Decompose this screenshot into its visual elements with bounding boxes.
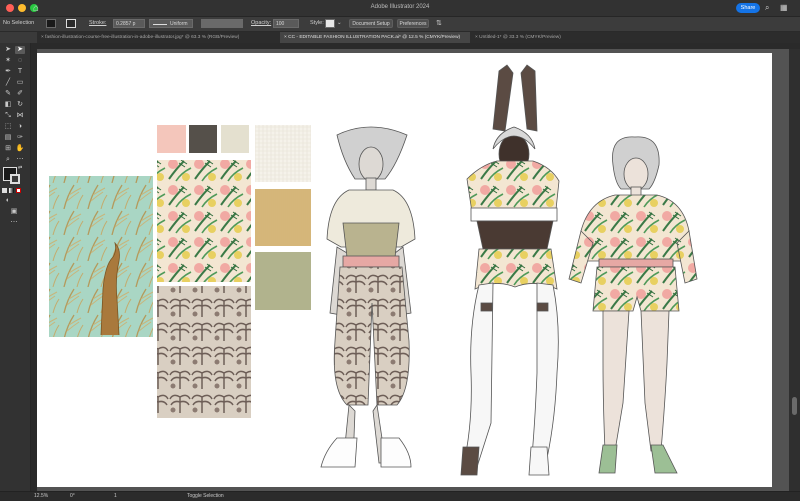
preferences-button[interactable]: Preferences — [397, 19, 429, 28]
stroke-label[interactable]: Stroke: — [89, 19, 106, 28]
stroke-weight-field[interactable]: 0.2857 p — [113, 19, 145, 28]
brush-definition-dropdown[interactable] — [201, 19, 243, 28]
rotate-tool-icon[interactable]: ↻ — [15, 101, 25, 109]
graphic-style-swatch[interactable] — [325, 19, 335, 28]
selection-tool-icon[interactable]: ➤ — [3, 46, 13, 54]
title-bar: ⌂ Adobe Illustrator 2024 Share ⌕ ▦ — [0, 0, 800, 17]
swap-colors-icon[interactable]: ⇄ — [18, 165, 22, 171]
chevron-down-icon[interactable]: ⌄ — [337, 19, 342, 28]
tab-label: fashion-illustration-course-free-illustr… — [45, 35, 240, 40]
tab-fashion-illustration-jpg[interactable]: × fashion-illustration-course-free-illus… — [37, 32, 279, 43]
rotation-field[interactable]: 0° — [70, 493, 75, 500]
scrollbar-thumb[interactable] — [792, 397, 797, 415]
color-chip-charcoal — [189, 125, 217, 153]
artboard-tool-icon[interactable]: ⊞ — [3, 145, 13, 153]
zoom-field[interactable]: 12.5% — [34, 493, 48, 500]
tropical-print-swatch — [157, 160, 251, 282]
status-mode[interactable]: Toggle Selection — [187, 493, 224, 500]
opacity-label[interactable]: Opacity: — [251, 19, 271, 28]
share-button[interactable]: Share — [736, 3, 760, 13]
free-transform-icon[interactable]: ⬚ — [3, 123, 13, 131]
paintbrush-icon[interactable]: ✎ — [3, 90, 13, 98]
magic-wand-icon[interactable]: ✶ — [3, 57, 13, 65]
artwork — [49, 64, 698, 476]
direct-selection-tool-icon[interactable]: ➤ — [15, 46, 25, 54]
shaper-tool-icon[interactable]: ✐ — [15, 90, 25, 98]
more-tools-icon[interactable]: ⋯ — [15, 156, 25, 164]
fashion-figure-1 — [320, 126, 416, 468]
tab-close-icon[interactable]: × — [475, 35, 478, 40]
stroke-line-preview — [153, 24, 167, 25]
document-canvas[interactable] — [37, 49, 789, 491]
fill-swatch[interactable] — [46, 19, 56, 28]
vertical-scrollbar[interactable] — [789, 49, 800, 491]
pen-tool-icon[interactable]: ✒ — [3, 68, 13, 76]
style-label: Style: — [310, 20, 324, 26]
tab-editable-fashion-pack[interactable]: × CC - EDITABLE FASHION ILLUSTRATION PAC… — [280, 32, 470, 43]
stroke-weight-value: 0.2857 p — [116, 21, 136, 27]
color-chip-cream — [221, 125, 249, 153]
linen-texture-swatch — [255, 125, 311, 182]
line-tool-icon[interactable]: ╱ — [3, 79, 13, 87]
variable-width-dropdown[interactable]: Uniform — [149, 19, 193, 28]
screen-mode-icon[interactable]: ▣ — [9, 208, 19, 216]
document-tabs: × fashion-illustration-course-free-illus… — [37, 32, 800, 43]
burlap-texture-swatch — [255, 189, 311, 246]
stroke-swatch[interactable] — [66, 19, 76, 28]
color-chip-blush — [157, 125, 186, 153]
gradient-tool-icon[interactable]: ▤ — [3, 134, 13, 142]
tab-close-icon[interactable]: × — [41, 35, 44, 40]
fashion-figure-3 — [568, 136, 698, 474]
eyedropper-icon[interactable]: ✑ — [15, 134, 25, 142]
artboard[interactable] — [37, 53, 772, 487]
tab-label: CC - EDITABLE FASHION ILLUSTRATION PACK.… — [288, 35, 461, 40]
scale-tool-icon[interactable]: ⤡ — [3, 112, 13, 120]
none-mode-icon[interactable] — [16, 188, 21, 193]
minimize-window-button[interactable] — [18, 4, 26, 12]
fashion-figure-2 — [460, 64, 560, 476]
arrange-documents-icon[interactable]: ⇅ — [436, 19, 442, 28]
tab-untitled-1[interactable]: × Untitled-1* @ 33.3 % (CMYK/Preview) — [471, 32, 601, 43]
control-bar: No Selection Stroke: 0.2857 p Uniform Op… — [0, 17, 800, 32]
tab-label: Untitled-1* @ 33.3 % (CMYK/Preview) — [479, 35, 561, 40]
hand-tool-icon[interactable]: ✋ — [15, 145, 25, 153]
rectangle-tool-icon[interactable]: ▭ — [15, 79, 25, 87]
color-mode-icon[interactable] — [2, 188, 7, 193]
reed-wallpaper-swatch — [49, 176, 153, 337]
edit-toolbar-icon[interactable]: ⋯ — [9, 219, 19, 227]
close-window-button[interactable] — [6, 4, 14, 12]
eraser-icon[interactable]: ◧ — [3, 101, 13, 109]
toile-print-swatch — [157, 286, 251, 418]
stroke-color-box[interactable] — [10, 174, 20, 184]
opacity-value: 100 — [276, 21, 285, 27]
document-setup-button[interactable]: Document Setup — [349, 19, 393, 28]
sage-color-chip — [255, 252, 311, 310]
type-tool-icon[interactable]: T — [15, 68, 25, 76]
tab-close-icon[interactable]: × — [284, 35, 287, 40]
draw-mode-icon[interactable]: ◐ — [3, 197, 13, 205]
grid-icon[interactable]: ▦ — [780, 3, 788, 12]
width-tool-icon[interactable]: ⋈ — [15, 112, 25, 120]
tools-panel: ➤ ➤ ✶ ◌ ✒ T ╱ ▭ ✎ ✐ ◧ ↻ ⤡ ⋈ ⬚ ◑ ▤ ✑ ⊞ ✋ … — [0, 43, 31, 491]
shape-builder-icon[interactable]: ◑ — [15, 123, 25, 131]
lasso-icon[interactable]: ◌ — [15, 57, 25, 65]
search-icon[interactable]: ⌕ — [765, 3, 769, 13]
artboard-number-field[interactable]: 1 — [114, 493, 117, 500]
uniform-label: Uniform — [170, 21, 188, 27]
zoom-tool-icon[interactable]: ⌕ — [3, 156, 13, 164]
opacity-field[interactable]: 100 — [273, 19, 299, 28]
selection-label: No Selection — [3, 20, 35, 26]
gradient-mode-icon[interactable] — [9, 188, 14, 193]
app-title: Adobe Illustrator 2024 — [370, 4, 430, 10]
home-icon[interactable]: ⌂ — [30, 2, 42, 14]
